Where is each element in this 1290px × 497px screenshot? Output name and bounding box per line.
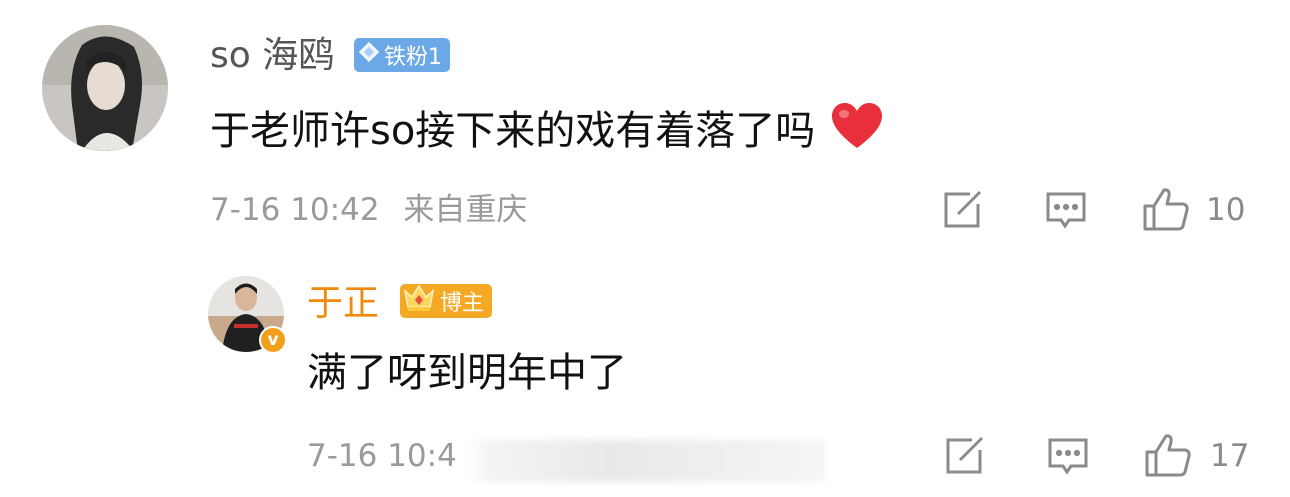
heart-emoji [830, 102, 884, 162]
comment-text-body: 于老师许so接下来的戏有着落了吗 [210, 108, 816, 154]
verified-badge: v [259, 326, 287, 354]
verified-mark: v [267, 330, 279, 350]
crown-icon [402, 283, 436, 319]
share-icon[interactable] [942, 190, 984, 230]
commenter-avatar[interactable] [42, 25, 168, 151]
comment-location: 来自重庆 [403, 192, 528, 228]
comment-meta: 7-16 10:42 来自重庆 [210, 190, 527, 230]
replier-username[interactable]: 于正 [307, 282, 379, 326]
comment-text: 于老师许so接下来的戏有着落了吗 [210, 102, 884, 162]
reply-comment-icon[interactable] [1047, 436, 1089, 478]
comment-icon[interactable] [1045, 190, 1087, 232]
comment-time: 7-16 10:42 [210, 192, 380, 228]
commenter-username[interactable]: so 海鸥 [210, 34, 334, 78]
like-count: 10 [1206, 192, 1246, 228]
blurred-region [465, 440, 825, 482]
reply-like-icon[interactable] [1144, 432, 1192, 478]
reply-like-count: 17 [1210, 438, 1250, 474]
blogger-badge-label: 博主 [440, 291, 485, 316]
fan-badge-label: 铁粉1 [384, 45, 442, 70]
blogger-badge[interactable]: 博主 [400, 283, 493, 319]
like-icon[interactable] [1142, 186, 1190, 232]
reply-time: 7-16 10:4 [307, 438, 457, 474]
diamond-icon [358, 41, 380, 69]
reply-text: 满了呀到明年中了 [307, 350, 627, 396]
reply-share-icon[interactable] [944, 436, 986, 476]
fan-badge[interactable]: 铁粉1 [354, 38, 450, 72]
